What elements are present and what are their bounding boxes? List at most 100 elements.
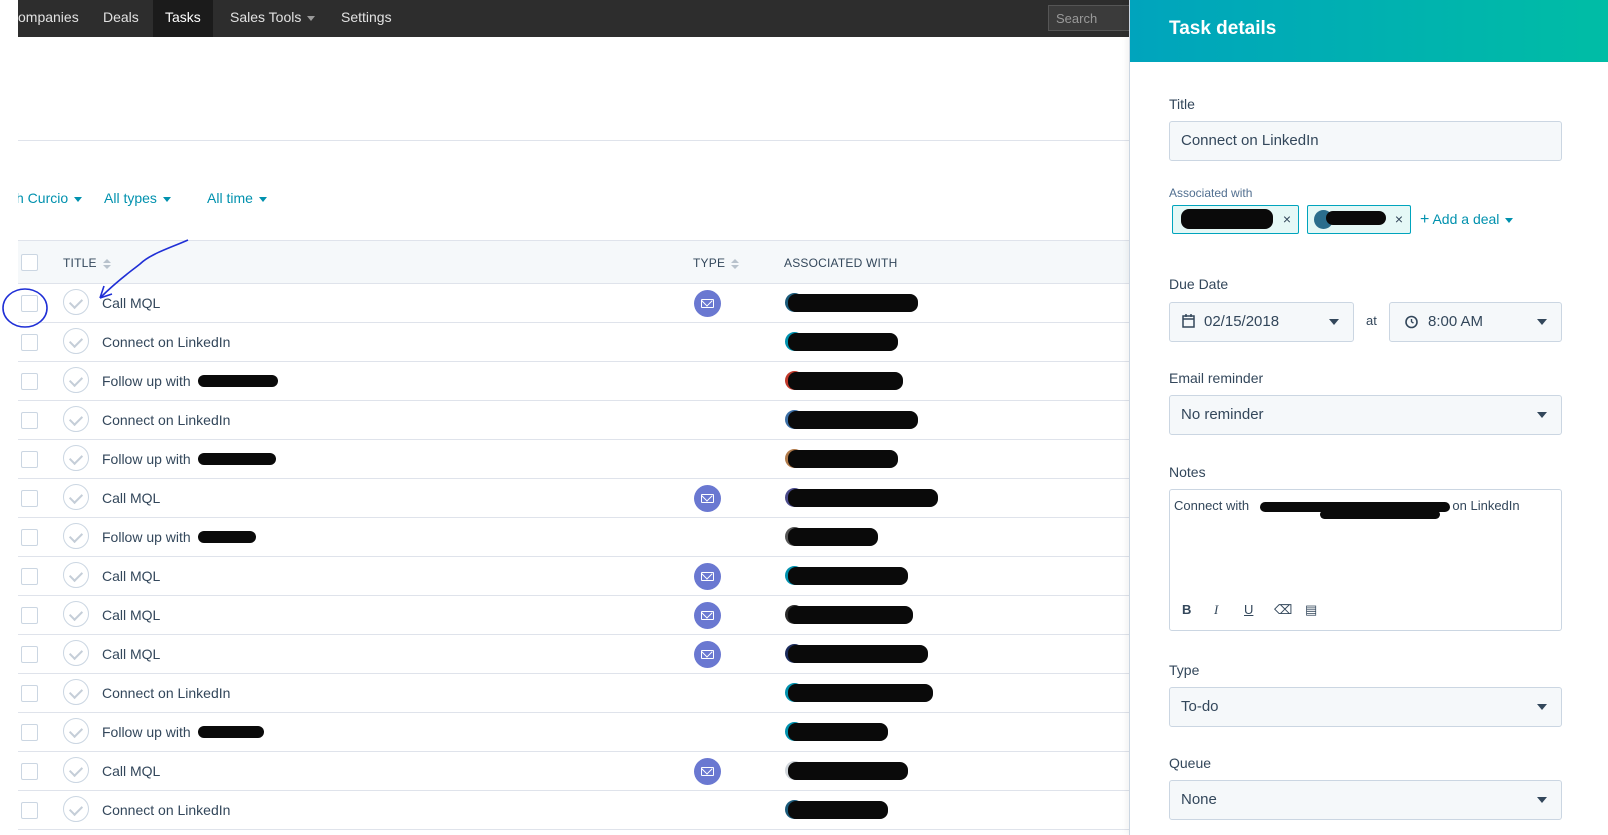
complete-task-icon[interactable] [63, 562, 89, 588]
complete-task-icon[interactable] [63, 718, 89, 744]
left-edge [0, 0, 18, 835]
complete-task-icon[interactable] [63, 406, 89, 432]
table-row[interactable]: Follow up with [18, 440, 1133, 479]
type-column-header[interactable]: TYPE [693, 256, 740, 270]
title-input[interactable]: Connect on LinkedIn [1169, 121, 1562, 161]
complete-task-icon[interactable] [63, 796, 89, 822]
clock-icon [1405, 315, 1418, 329]
table-row[interactable]: Follow up with [18, 713, 1133, 752]
redacted-associated [788, 645, 928, 663]
italic-button[interactable]: I [1214, 602, 1218, 618]
queue-label: Queue [1169, 755, 1212, 771]
task-title[interactable]: Call MQL [102, 646, 160, 662]
nav-companies[interactable]: ompanies [6, 0, 91, 37]
redacted-associated [788, 489, 938, 507]
complete-task-icon[interactable] [63, 523, 89, 549]
associated-column-header: ASSOCIATED WITH [784, 256, 898, 270]
nav-deals[interactable]: Deals [91, 0, 151, 37]
table-row[interactable]: Call MQL [18, 557, 1133, 596]
notes-editor[interactable]: Connect with on LinkedIn B I U ⌫ ▤ [1169, 489, 1562, 631]
table-row[interactable]: Connect on LinkedIn [18, 674, 1133, 713]
redacted-associated [788, 333, 898, 351]
task-title[interactable]: Call MQL [102, 568, 160, 584]
owner-filter[interactable]: h Curcio [16, 190, 83, 206]
due-time-picker[interactable]: 8:00 AM [1389, 302, 1562, 342]
redacted-name [1181, 209, 1273, 229]
complete-task-icon[interactable] [63, 367, 89, 393]
task-title[interactable]: Call MQL [102, 763, 160, 779]
row-checkbox[interactable] [21, 724, 38, 741]
email-reminder-value: No reminder [1181, 406, 1264, 423]
type-filter-label: All types [104, 190, 157, 206]
table-row[interactable]: Call MQL [18, 479, 1133, 518]
complete-task-icon[interactable] [63, 601, 89, 627]
task-title[interactable]: Connect on LinkedIn [102, 685, 230, 701]
task-title[interactable]: Connect on LinkedIn [102, 802, 230, 818]
eraser-icon[interactable]: ⌫ [1274, 602, 1292, 618]
row-checkbox[interactable] [21, 529, 38, 546]
table-row[interactable]: Connect on LinkedIn [18, 791, 1133, 830]
associated-company-chip[interactable]: × [1307, 205, 1411, 234]
time-filter[interactable]: All time [207, 190, 267, 206]
redacted-associated [788, 567, 908, 585]
redacted-associated [788, 684, 933, 702]
nav-settings[interactable]: Settings [329, 0, 404, 37]
associated-contact-chip[interactable]: × [1172, 205, 1299, 234]
row-checkbox[interactable] [21, 490, 38, 507]
title-label: Title [1169, 96, 1195, 112]
row-checkbox[interactable] [21, 373, 38, 390]
row-checkbox[interactable] [21, 334, 38, 351]
notes-suffix: on LinkedIn [1452, 498, 1520, 513]
type-select[interactable]: To-do [1169, 687, 1562, 727]
row-checkbox[interactable] [21, 607, 38, 624]
complete-task-icon[interactable] [63, 757, 89, 783]
row-checkbox[interactable] [21, 412, 38, 429]
row-checkbox[interactable] [21, 568, 38, 585]
row-checkbox[interactable] [21, 646, 38, 663]
chevron-down-icon [1329, 319, 1339, 325]
task-title[interactable]: Follow up with [102, 529, 191, 545]
email-icon [694, 641, 721, 668]
row-checkbox[interactable] [21, 685, 38, 702]
close-icon[interactable]: × [1283, 211, 1291, 227]
email-reminder-select[interactable]: No reminder [1169, 395, 1562, 435]
add-deal-button[interactable]: + Add a deal [1420, 211, 1514, 229]
complete-task-icon[interactable] [63, 679, 89, 705]
redacted-associated [788, 723, 888, 741]
task-title[interactable]: Connect on LinkedIn [102, 412, 230, 428]
complete-task-icon[interactable] [63, 640, 89, 666]
queue-select[interactable]: None [1169, 780, 1562, 820]
task-title[interactable]: Follow up with [102, 724, 191, 740]
table-row[interactable]: Call MQL [18, 752, 1133, 791]
complete-task-icon[interactable] [63, 484, 89, 510]
plus-icon: + [1420, 211, 1430, 228]
at-label: at [1366, 313, 1377, 328]
task-title[interactable]: Connect on LinkedIn [102, 334, 230, 350]
type-filter[interactable]: All types [104, 190, 171, 206]
table-row[interactable]: Follow up with [18, 518, 1133, 557]
table-row[interactable]: Follow up with [18, 362, 1133, 401]
nav-sales-tools-label: Sales Tools [230, 9, 302, 25]
redacted-name [1326, 211, 1386, 225]
nav-sales-tools[interactable]: Sales Tools [218, 0, 327, 37]
underline-button[interactable]: U [1244, 602, 1253, 617]
nav-tasks[interactable]: Tasks [153, 0, 213, 37]
annotation-overlay [2, 239, 189, 328]
redacted-associated [788, 450, 898, 468]
table-row[interactable]: Call MQL [18, 635, 1133, 674]
complete-task-icon[interactable] [63, 445, 89, 471]
table-row[interactable]: Connect on LinkedIn [18, 401, 1133, 440]
bold-button[interactable]: B [1182, 602, 1191, 617]
close-icon[interactable]: × [1395, 211, 1403, 227]
row-checkbox[interactable] [21, 451, 38, 468]
row-checkbox[interactable] [21, 763, 38, 780]
task-title[interactable]: Call MQL [102, 490, 160, 506]
task-title[interactable]: Call MQL [102, 607, 160, 623]
task-title[interactable]: Follow up with [102, 373, 191, 389]
due-date-picker[interactable]: 02/15/2018 [1169, 302, 1354, 342]
row-checkbox[interactable] [21, 802, 38, 819]
task-title[interactable]: Follow up with [102, 451, 191, 467]
table-row[interactable]: Call MQL [18, 596, 1133, 635]
panel-header: Task details [1130, 0, 1608, 62]
document-icon[interactable]: ▤ [1305, 602, 1317, 618]
